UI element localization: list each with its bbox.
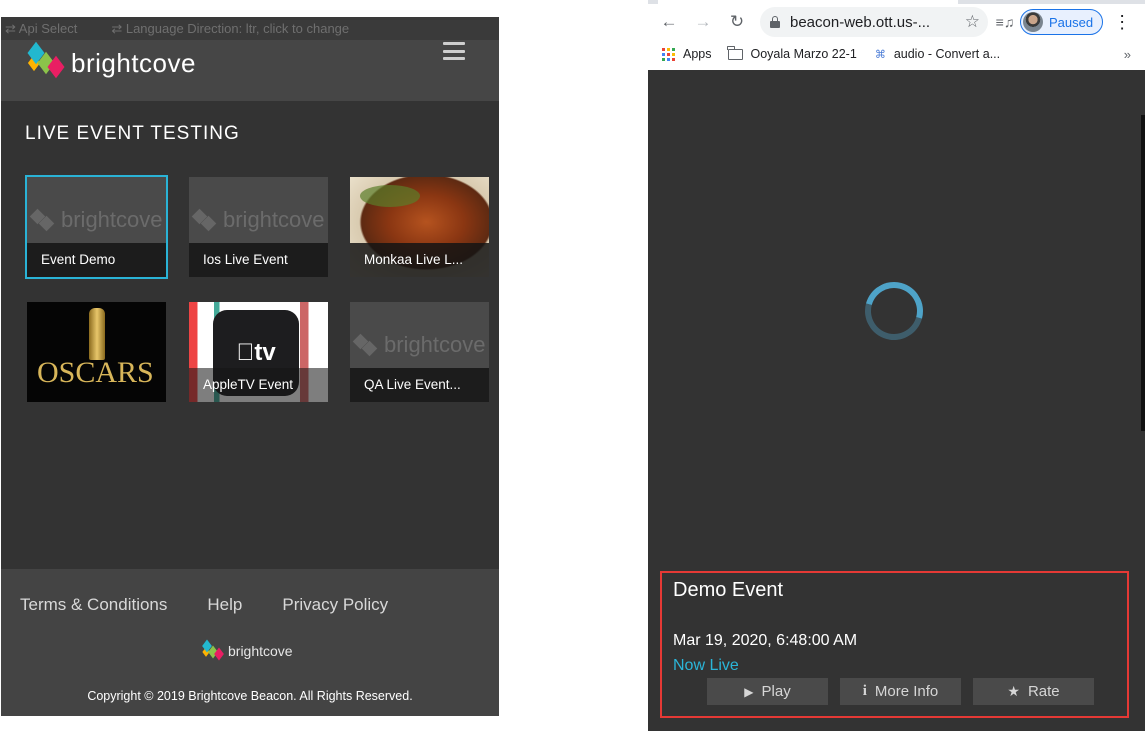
page-viewport: Demo Event Mar 19, 2020, 6:48:00 AM Now … [648,70,1145,731]
command-icon: ⌘ [874,48,886,61]
folder-icon [727,45,743,60]
forward-arrow-icon[interactable]: → [690,9,716,35]
event-tile-qa-live-event[interactable]: brightcove QA Live Event... [350,302,489,402]
url-text: beacon-web.ott.us-... [790,13,931,31]
scrollbar[interactable] [1141,115,1145,431]
footer-brightcove-logo: brightcove [201,639,293,661]
event-title: Demo Event [673,579,784,601]
event-tile-monkaa-live[interactable]: Monkaa Live L... [350,177,489,277]
developer-bar: ⇄ Api Select ⇄ Language Direction: ltr, … [1,17,499,40]
section-title: LIVE EVENT TESTING [25,123,240,144]
mobile-app-panel: ⇄ Api Select ⇄ Language Direction: ltr, … [1,17,499,716]
rate-button[interactable]: ★ Rate [973,678,1094,705]
copyright-text: Copyright © 2019 Brightcove Beacon. All … [87,689,413,703]
event-tile-ios-live-event[interactable]: brightcove Ios Live Event [189,177,328,277]
hamburger-menu-icon[interactable] [443,42,465,60]
star-rate-icon: ★ [1007,683,1020,699]
bookmarks-overflow-icon[interactable]: » [1124,47,1131,62]
live-status: Now Live [673,657,739,674]
bookmark-folder-label: Ooyala Marzo 22-1 [750,47,857,61]
info-icon: i [862,683,867,699]
tile-label: AppleTV Event [189,368,328,402]
terms-link[interactable]: Terms & Conditions [20,595,167,615]
bookmark-folder[interactable]: Ooyala Marzo 22-1 [727,45,857,61]
brightcove-logo-mark-icon [25,41,67,78]
tile-label: QA Live Event... [350,368,489,402]
apps-grid-icon [662,47,675,61]
brightcove-placeholder-icon [352,333,382,357]
media-control-icon[interactable]: ≡♫ [994,14,1016,30]
bookmark-apps[interactable]: Apps [662,47,712,61]
oscars-thumbnail: OSCARS [27,302,166,402]
bookmark-audio[interactable]: ⌘ audio - Convert a... [875,47,1000,61]
back-arrow-icon[interactable]: ← [656,9,682,35]
brightcove-logo[interactable]: brightcove [25,41,196,79]
lock-icon[interactable] [770,16,780,28]
brightcove-placeholder-icon [191,208,221,232]
browser-window: ← → ↻ beacon-web.ott.us-... ☆ ≡♫ Paused … [648,0,1145,731]
brightcove-logo-mark-icon [201,639,225,661]
profile-status: Paused [1049,14,1094,30]
app-footer: Terms & Conditions Help Privacy Policy b… [1,569,499,716]
more-info-button[interactable]: i More Info [840,678,961,705]
play-icon: ▶ [744,684,754,699]
screenshot-stage: ⇄ Api Select ⇄ Language Direction: ltr, … [0,0,1145,731]
tile-label: Monkaa Live L... [350,243,489,277]
play-button[interactable]: ▶ Play [707,678,828,705]
brand-name: brightcove [71,48,196,78]
browser-toolbar: ← → ↻ beacon-web.ott.us-... ☆ ≡♫ Paused … [648,4,1145,40]
avatar [1023,12,1043,32]
placeholder-logo: brightcove [27,207,166,233]
bookmark-apps-label: Apps [683,47,712,61]
star-icon[interactable]: ☆ [965,12,980,32]
language-direction-toggle[interactable]: ⇄ Language Direction: ltr, click to chan… [111,21,349,37]
event-actions: ▶ Play i More Info ★ Rate [707,678,1094,705]
footer-brand-name: brightcove [228,643,293,659]
event-tile-appletv-event[interactable]: tv AppleTV Event [189,302,328,402]
footer-links: Terms & Conditions Help Privacy Policy [20,595,388,615]
tile-label: Ios Live Event [189,243,328,277]
event-date: Mar 19, 2020, 6:48:00 AM [673,632,858,649]
help-link[interactable]: Help [207,595,242,615]
placeholder-logo: brightcove [350,332,489,358]
profile-button[interactable]: Paused [1020,9,1104,35]
privacy-link[interactable]: Privacy Policy [282,595,388,615]
kebab-menu-icon[interactable]: ⋮ [1113,12,1131,33]
api-select-toggle[interactable]: ⇄ Api Select [5,21,77,37]
address-bar[interactable]: beacon-web.ott.us-... ☆ [760,7,988,37]
tile-label: Event Demo [27,243,166,277]
oscar-statue-icon [89,308,105,360]
oscars-wordmark: OSCARS [37,356,154,389]
brightcove-placeholder-icon [29,208,59,232]
bookmark-audio-label: audio - Convert a... [893,47,1001,61]
bookmarks-bar: Apps Ooyala Marzo 22-1 ⌘ audio - Convert… [648,40,1145,68]
event-tile-event-demo[interactable]: brightcove Event Demo [25,175,168,279]
loading-spinner-icon [854,271,934,351]
app-header: brightcove [1,40,499,101]
event-tile-oscars[interactable]: OSCARS [27,302,166,402]
reload-icon[interactable]: ↻ [724,9,750,35]
event-info-panel: Demo Event Mar 19, 2020, 6:48:00 AM Now … [660,571,1129,718]
placeholder-logo: brightcove [189,207,328,233]
